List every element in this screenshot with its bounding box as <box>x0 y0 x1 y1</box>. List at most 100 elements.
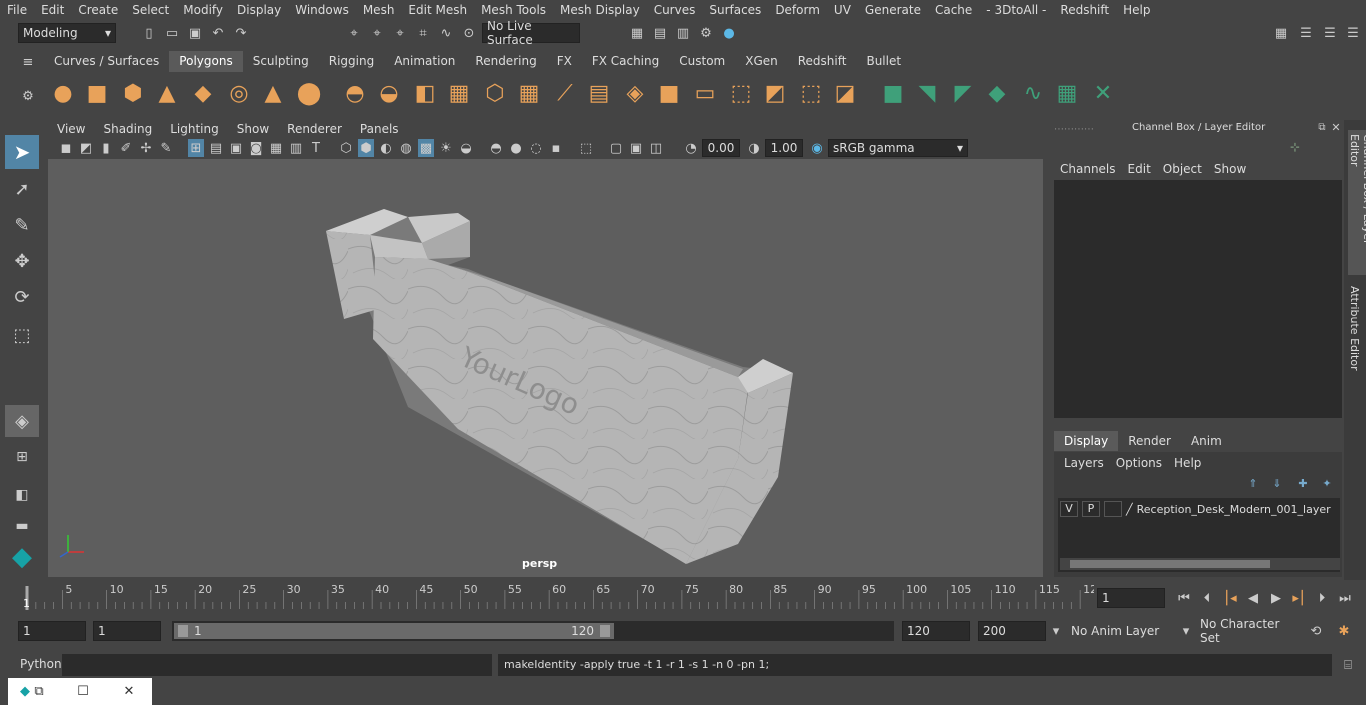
range-slider[interactable]: 1 120 <box>172 621 894 641</box>
shelf-tab-6[interactable]: FX <box>547 51 582 72</box>
xray-icon[interactable]: ⬚ <box>578 139 594 157</box>
snap-grid-icon[interactable]: ⌗ <box>414 23 432 43</box>
anim-layer-dropdown[interactable]: No Anim Layer <box>1067 621 1173 641</box>
shelf-menu-icon[interactable]: ≡ <box>18 54 38 70</box>
menu-item-3[interactable]: Select <box>125 3 176 17</box>
film-gate-icon[interactable]: ▤ <box>208 139 224 157</box>
camera-select-icon[interactable]: ◼ <box>58 139 74 157</box>
shelf-tab-2[interactable]: Sculpting <box>243 51 319 72</box>
boolean-icon[interactable]: ◈ <box>620 78 650 108</box>
safe-title-icon[interactable]: T <box>308 139 324 157</box>
use-all-lights-icon[interactable]: ▩ <box>418 139 434 157</box>
exposure-icon[interactable]: ◔ <box>683 139 699 157</box>
menu-item-10[interactable]: Mesh Display <box>553 3 647 17</box>
grease-pencil-icon[interactable]: ✎ <box>158 139 174 157</box>
play-backwards-icon[interactable]: ◀ <box>1244 588 1262 608</box>
safe-action-icon[interactable]: ▥ <box>288 139 304 157</box>
screen-space-ao-icon[interactable]: ◒ <box>458 139 474 157</box>
paint-select-icon[interactable]: ✎ <box>5 208 39 242</box>
viewport-menu-4[interactable]: Renderer <box>278 120 351 138</box>
uv-unfold-icon[interactable]: ∿ <box>1018 78 1048 108</box>
multi-cut-icon[interactable]: ⟋ <box>550 78 580 108</box>
shelf-tab-1[interactable]: Polygons <box>169 51 243 72</box>
merge-icon[interactable]: ■ <box>654 78 684 108</box>
chevron-down-icon[interactable]: ▾ <box>1050 621 1062 641</box>
motion-blur-icon[interactable]: ◓ <box>488 139 504 157</box>
shelf-tab-8[interactable]: Custom <box>669 51 735 72</box>
close-window-icon[interactable]: ✕ <box>120 682 138 700</box>
viewport-menu-1[interactable]: Shading <box>94 120 161 138</box>
shelf-tab-3[interactable]: Rigging <box>319 51 384 72</box>
uv-editor-icon[interactable]: ✕ <box>1088 78 1118 108</box>
menu-item-5[interactable]: Display <box>230 3 288 17</box>
workspace-icon[interactable]: ▦ <box>1272 23 1290 43</box>
xray-joints-icon[interactable]: ▢ <box>608 139 624 157</box>
layer-tab-1[interactable]: Render <box>1118 431 1181 451</box>
pipe-icon[interactable]: ⬤ <box>294 78 324 108</box>
chevron-down-icon[interactable]: ▾ <box>1180 621 1192 641</box>
shelf-tab-10[interactable]: Redshift <box>788 51 857 72</box>
exposure-field[interactable]: 0.00 <box>702 139 740 157</box>
shelf-tab-11[interactable]: Bullet <box>856 51 911 72</box>
layer-playback-toggle[interactable]: P <box>1082 501 1100 517</box>
shelf-settings-icon[interactable]: ⚙ <box>18 86 38 106</box>
animation-preferences-icon[interactable]: ✱ <box>1334 621 1354 641</box>
menu-item-9[interactable]: Mesh Tools <box>474 3 553 17</box>
menu-item-13[interactable]: Deform <box>768 3 827 17</box>
restore-window-icon[interactable]: ⧉ <box>30 682 48 700</box>
layer-color-icon[interactable]: ╱ <box>1126 503 1133 516</box>
image-plane-icon[interactable]: ✐ <box>118 139 134 157</box>
select-by-component-icon[interactable]: ⌖ <box>391 23 409 43</box>
uv-spherical-icon[interactable]: ◤ <box>948 78 978 108</box>
layer-display-type-toggle[interactable] <box>1104 501 1122 517</box>
close-icon[interactable]: ✕ <box>1330 121 1342 134</box>
range-slider-handle[interactable]: 1 120 <box>174 623 614 639</box>
layer-scrollbar-thumb[interactable] <box>1070 560 1270 568</box>
outliner-layout-icon[interactable]: ◧ <box>5 480 39 510</box>
save-scene-icon[interactable]: ▣ <box>186 23 204 43</box>
channel-list[interactable] <box>1054 180 1342 418</box>
drag-handle[interactable]: ⋯⋯⋯⋯ <box>1054 124 1094 135</box>
gamma-field[interactable]: 1.00 <box>765 139 803 157</box>
cube-icon[interactable]: ■ <box>82 78 112 108</box>
textured-icon[interactable]: ◍ <box>398 139 414 157</box>
resolution-gate-icon[interactable]: ▣ <box>228 139 244 157</box>
menu-item-11[interactable]: Curves <box>647 3 703 17</box>
wireframe-icon[interactable]: ⬡ <box>338 139 354 157</box>
viewport[interactable]: YourLogo persp <box>48 159 1043 577</box>
lasso-tool-icon[interactable]: ➚ <box>5 172 39 206</box>
channel-menu-0[interactable]: Channels <box>1054 160 1122 178</box>
viewport-menu-3[interactable]: Show <box>228 120 278 138</box>
tab-attribute-editor[interactable]: Attribute Editor <box>1348 286 1361 376</box>
xray-components-icon[interactable]: ▣ <box>628 139 644 157</box>
viewport-menu-0[interactable]: View <box>48 120 94 138</box>
live-surface-field[interactable]: No Live Surface <box>482 19 580 47</box>
uv-cylindrical-icon[interactable]: ◥ <box>912 78 942 108</box>
new-scene-icon[interactable]: ▯ <box>140 23 158 43</box>
menu-item-16[interactable]: Cache <box>928 3 979 17</box>
reception-desk-model[interactable]: YourLogo <box>326 209 793 564</box>
menu-item-4[interactable]: Modify <box>176 3 230 17</box>
uv-layout-icon[interactable]: ▦ <box>1052 78 1082 108</box>
auto-key-icon[interactable]: ⟲ <box>1306 621 1326 641</box>
menu-item-8[interactable]: Edit Mesh <box>401 3 474 17</box>
channel-box-toggle-icon[interactable]: ☰ <box>1343 23 1363 43</box>
undo-icon[interactable]: ↶ <box>209 23 227 43</box>
select-by-hierarchy-icon[interactable]: ⌖ <box>345 23 363 43</box>
mirror-icon[interactable]: ◧ <box>410 78 440 108</box>
uv-automatic-icon[interactable]: ◆ <box>982 78 1012 108</box>
command-input[interactable] <box>62 654 492 676</box>
shelf-tab-7[interactable]: FX Caching <box>582 51 669 72</box>
single-perspective-layout-icon[interactable]: ◈ <box>5 405 39 437</box>
shadows-icon[interactable]: ☀ <box>438 139 454 157</box>
menu-item-7[interactable]: Mesh <box>356 3 402 17</box>
range-right-grip[interactable] <box>600 625 610 637</box>
four-view-layout-icon[interactable]: ⊞ <box>5 442 39 472</box>
rotate-tool-icon[interactable]: ⟳ <box>5 280 39 314</box>
shelf-tab-4[interactable]: Animation <box>384 51 465 72</box>
anim-end-field[interactable]: 200 <box>978 621 1046 641</box>
menu-item-18[interactable]: Redshift <box>1053 3 1116 17</box>
move-layer-down-icon[interactable]: ⇓ <box>1270 476 1284 490</box>
select-by-object-icon[interactable]: ⌖ <box>368 23 386 43</box>
attribute-editor-toggle-icon[interactable]: ☰ <box>1320 23 1340 43</box>
